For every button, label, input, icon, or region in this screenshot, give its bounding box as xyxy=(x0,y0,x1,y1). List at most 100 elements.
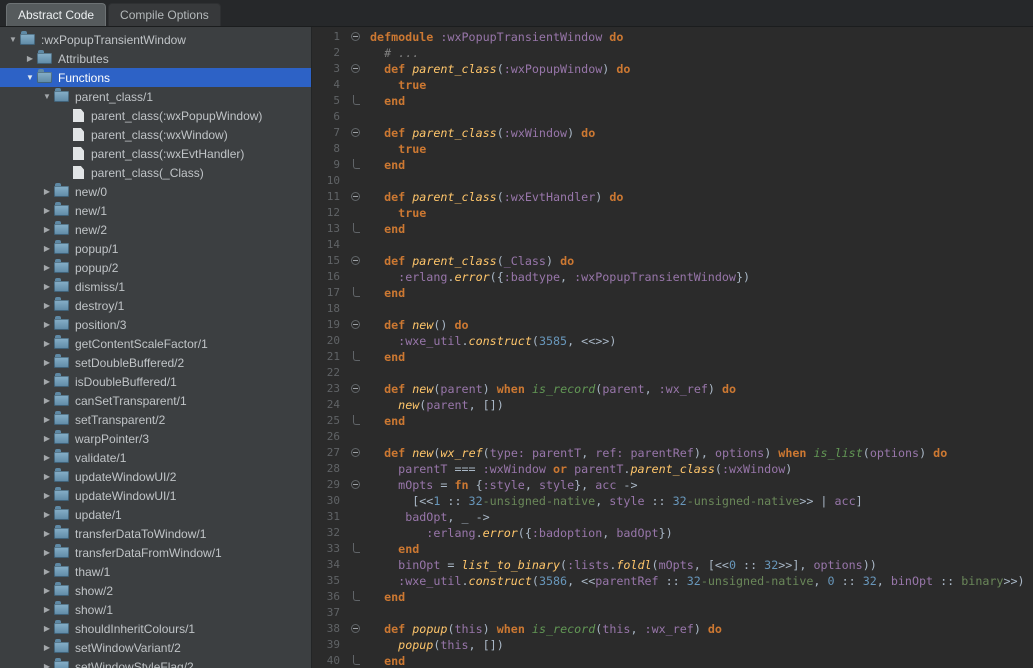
tree-item-cansettransparent-1[interactable]: ▶ canSetTransparent/1 xyxy=(0,391,311,410)
chevron-collapsed-icon[interactable]: ▶ xyxy=(40,605,54,614)
fold-start-icon[interactable] xyxy=(346,445,370,461)
chevron-collapsed-icon[interactable]: ▶ xyxy=(40,396,54,405)
chevron-collapsed-icon[interactable]: ▶ xyxy=(40,206,54,215)
chevron-collapsed-icon[interactable]: ▶ xyxy=(40,586,54,595)
fold-start-icon[interactable] xyxy=(346,61,370,77)
fold-end-icon[interactable] xyxy=(346,413,370,429)
tree-item-isdoublebuffered-1[interactable]: ▶ isDoubleBuffered/1 xyxy=(0,372,311,391)
chevron-collapsed-icon[interactable]: ▶ xyxy=(40,187,54,196)
tree-item-setwindowstyleflag-2[interactable]: ▶ setWindowStyleFlag/2 xyxy=(0,657,311,668)
fold-end-icon[interactable] xyxy=(346,349,370,365)
line-number: 18 xyxy=(326,302,340,315)
chevron-collapsed-icon[interactable]: ▶ xyxy=(40,567,54,576)
tree-item-setdoublebuffered-2[interactable]: ▶ setDoubleBuffered/2 xyxy=(0,353,311,372)
fold-start-icon[interactable] xyxy=(346,29,370,45)
tree-item-parent-class-class[interactable]: parent_class(_Class) xyxy=(0,163,311,182)
fold-start-icon[interactable] xyxy=(346,621,370,637)
tree-item-parent-class-1[interactable]: ▼ parent_class/1 xyxy=(0,87,311,106)
fold-end-icon[interactable] xyxy=(346,157,370,173)
code-text: end xyxy=(384,414,406,428)
code-text: end xyxy=(384,222,406,236)
tree-item-new-0[interactable]: ▶ new/0 xyxy=(0,182,311,201)
tree-item-thaw-1[interactable]: ▶ thaw/1 xyxy=(0,562,311,581)
code-text: binOpt = list_to_binary(:lists.foldl(mOp… xyxy=(398,558,877,572)
fold-start-icon[interactable] xyxy=(346,317,370,333)
tree-item-functions[interactable]: ▼ Functions xyxy=(0,68,311,87)
tab-abstract-code[interactable]: Abstract Code xyxy=(6,3,107,26)
fold-end-icon[interactable] xyxy=(346,653,370,668)
tree-item-update-1[interactable]: ▶ update/1 xyxy=(0,505,311,524)
tree-item-label: setTransparent/2 xyxy=(75,412,166,427)
folder-icon xyxy=(54,278,69,292)
chevron-collapsed-icon[interactable]: ▶ xyxy=(40,282,54,291)
chevron-collapsed-icon[interactable]: ▶ xyxy=(40,510,54,519)
chevron-collapsed-icon[interactable]: ▶ xyxy=(40,624,54,633)
line-number: 13 xyxy=(326,222,340,235)
tree-item-new-2[interactable]: ▶ new/2 xyxy=(0,220,311,239)
tree-item-parent-class-wxpopupwindow[interactable]: parent_class(:wxPopupWindow) xyxy=(0,106,311,125)
chevron-collapsed-icon[interactable]: ▶ xyxy=(40,529,54,538)
fold-start-icon[interactable] xyxy=(346,381,370,397)
tree-item-settransparent-2[interactable]: ▶ setTransparent/2 xyxy=(0,410,311,429)
chevron-collapsed-icon[interactable]: ▶ xyxy=(40,301,54,310)
fold-end-icon[interactable] xyxy=(346,285,370,301)
fold-gutter-spacer xyxy=(346,365,370,381)
chevron-expanded-icon[interactable]: ▼ xyxy=(23,73,37,82)
tree-item-show-1[interactable]: ▶ show/1 xyxy=(0,600,311,619)
fold-start-icon[interactable] xyxy=(346,477,370,493)
fold-gutter-spacer xyxy=(346,269,370,285)
folder-icon xyxy=(54,240,69,254)
fold-gutter-spacer xyxy=(346,77,370,93)
chevron-collapsed-icon[interactable]: ▶ xyxy=(40,244,54,253)
tree-item-wxpopuptransientwindow[interactable]: ▼:wxPopupTransientWindow xyxy=(0,30,311,49)
chevron-collapsed-icon[interactable]: ▶ xyxy=(40,320,54,329)
tree-item-setwindowvariant-2[interactable]: ▶ setWindowVariant/2 xyxy=(0,638,311,657)
tree-item-warppointer-3[interactable]: ▶ warpPointer/3 xyxy=(0,429,311,448)
chevron-expanded-icon[interactable]: ▼ xyxy=(40,92,54,101)
tree-item-updatewindowui-1[interactable]: ▶ updateWindowUI/1 xyxy=(0,486,311,505)
chevron-collapsed-icon[interactable]: ▶ xyxy=(40,263,54,272)
chevron-collapsed-icon[interactable]: ▶ xyxy=(40,434,54,443)
tree-item-parent-class-wxwindow[interactable]: parent_class(:wxWindow) xyxy=(0,125,311,144)
chevron-collapsed-icon[interactable]: ▶ xyxy=(40,377,54,386)
tree-item-validate-1[interactable]: ▶ validate/1 xyxy=(0,448,311,467)
chevron-collapsed-icon[interactable]: ▶ xyxy=(40,225,54,234)
tab-compile-options[interactable]: Compile Options xyxy=(108,3,221,26)
tree-item-updatewindowui-2[interactable]: ▶ updateWindowUI/2 xyxy=(0,467,311,486)
fold-start-icon[interactable] xyxy=(346,125,370,141)
fold-end-icon[interactable] xyxy=(346,589,370,605)
tree-item-destroy-1[interactable]: ▶ destroy/1 xyxy=(0,296,311,315)
tree-item-getcontentscalefactor-1[interactable]: ▶ getContentScaleFactor/1 xyxy=(0,334,311,353)
fold-end-icon[interactable] xyxy=(346,541,370,557)
chevron-collapsed-icon[interactable]: ▶ xyxy=(40,472,54,481)
tree-item-parent-class-wxevthandler[interactable]: parent_class(:wxEvtHandler) xyxy=(0,144,311,163)
fold-start-icon[interactable] xyxy=(346,189,370,205)
tree-item-label: parent_class(:wxPopupWindow) xyxy=(91,108,263,123)
fold-end-icon[interactable] xyxy=(346,93,370,109)
tree-item-attributes[interactable]: ▶ Attributes xyxy=(0,49,311,68)
tree-item-shouldinheritcolours-1[interactable]: ▶ shouldInheritColours/1 xyxy=(0,619,311,638)
chevron-collapsed-icon[interactable]: ▶ xyxy=(40,643,54,652)
fold-end-icon[interactable] xyxy=(346,221,370,237)
chevron-collapsed-icon[interactable]: ▶ xyxy=(40,339,54,348)
chevron-collapsed-icon[interactable]: ▶ xyxy=(23,54,37,63)
chevron-collapsed-icon[interactable]: ▶ xyxy=(40,415,54,424)
chevron-collapsed-icon[interactable]: ▶ xyxy=(40,662,54,668)
tree-item-popup-1[interactable]: ▶ popup/1 xyxy=(0,239,311,258)
tree-item-transferdatatowindow-1[interactable]: ▶ transferDataToWindow/1 xyxy=(0,524,311,543)
tree-item-position-3[interactable]: ▶ position/3 xyxy=(0,315,311,334)
tree-item-show-2[interactable]: ▶ show/2 xyxy=(0,581,311,600)
chevron-expanded-icon[interactable]: ▼ xyxy=(6,35,20,44)
chevron-collapsed-icon[interactable]: ▶ xyxy=(40,453,54,462)
chevron-collapsed-icon[interactable]: ▶ xyxy=(40,358,54,367)
fold-start-icon[interactable] xyxy=(346,253,370,269)
chevron-collapsed-icon[interactable]: ▶ xyxy=(40,491,54,500)
tree-item-popup-2[interactable]: ▶ popup/2 xyxy=(0,258,311,277)
folder-icon xyxy=(54,411,69,425)
code-editor[interactable]: 1 defmodule :wxPopupTransientWindow do 2 #… xyxy=(312,27,1033,668)
tree-item-new-1[interactable]: ▶ new/1 xyxy=(0,201,311,220)
tree-item-transferdatafromwindow-1[interactable]: ▶ transferDataFromWindow/1 xyxy=(0,543,311,562)
folder-icon xyxy=(54,335,69,349)
chevron-collapsed-icon[interactable]: ▶ xyxy=(40,548,54,557)
tree-item-dismiss-1[interactable]: ▶ dismiss/1 xyxy=(0,277,311,296)
